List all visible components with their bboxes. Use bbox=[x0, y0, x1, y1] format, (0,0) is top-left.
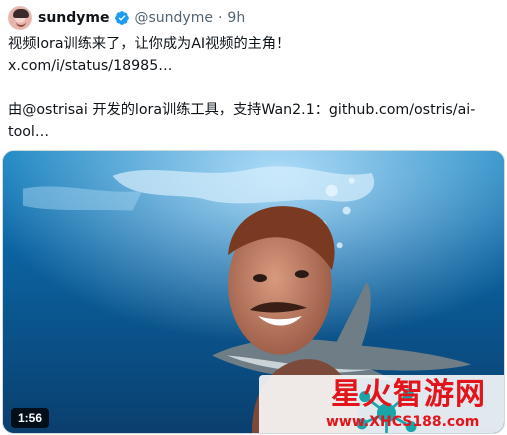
timestamp[interactable]: 9h bbox=[227, 8, 245, 28]
watermark-url: www.XHCS188.com bbox=[326, 414, 480, 430]
post-line-blank bbox=[8, 77, 499, 99]
separator-dot: · bbox=[217, 10, 223, 26]
post-header: sundyme @sundyme · 9h bbox=[8, 6, 245, 30]
video-duration: 1:56 bbox=[11, 408, 50, 428]
post-text: 视频lora训练来了，让你成为AI视频的主角！ x.com/i/status/1… bbox=[8, 33, 499, 143]
post-line-3[interactable]: 由@ostrisai 开发的lora训练工具，支持Wan2.1：github.c… bbox=[8, 99, 499, 121]
verified-badge-icon bbox=[114, 11, 129, 25]
post-line-4[interactable]: tool… bbox=[8, 121, 499, 143]
author-handle[interactable]: @sundyme bbox=[135, 8, 213, 28]
post-line-1: 视频lora训练来了，让你成为AI视频的主角！ bbox=[8, 36, 291, 52]
post-link-status[interactable]: x.com/i/status/18985… bbox=[8, 55, 499, 77]
watermark-title: 星火智游网 bbox=[331, 377, 486, 412]
avatar[interactable] bbox=[8, 6, 32, 30]
author-name[interactable]: sundyme bbox=[38, 8, 110, 28]
watermark: 星火智游网 www.XHCS188.com bbox=[259, 375, 504, 433]
video-player[interactable]: 1:56 星火智游网 www.XHCS188.com bbox=[2, 150, 505, 434]
